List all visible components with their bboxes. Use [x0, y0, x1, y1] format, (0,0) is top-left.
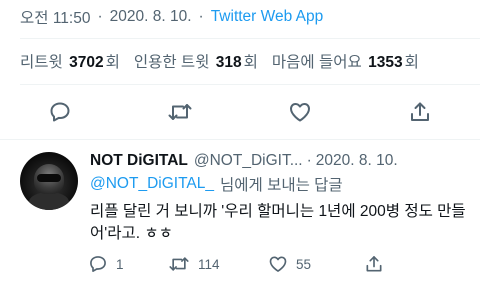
retweet-unit: 회: [105, 54, 120, 71]
tweet-stats: 리트윗 3702 회 인용한 트윗 318 회 마음에 들어요 1353 회: [20, 48, 433, 74]
tweet-action-bar: [0, 92, 480, 132]
retweet-icon: [168, 104, 192, 120]
retweet-label: 리트윗: [20, 54, 63, 71]
quote-unit: 회: [243, 54, 258, 71]
share-button[interactable]: [400, 92, 440, 132]
reply-to-suffix: 님에게 보내는 답글: [219, 177, 343, 194]
reply-to-mention[interactable]: @NOT_DiGITAL_: [90, 175, 214, 193]
reply-count: 1: [116, 256, 124, 272]
like-label: 마음에 들어요: [271, 54, 362, 71]
reply-button[interactable]: [40, 92, 80, 132]
source-app-link[interactable]: Twitter Web App: [211, 8, 324, 26]
retweet-count: 3702: [69, 54, 104, 71]
retweet-count-link[interactable]: 리트윗 3702 회: [20, 50, 120, 72]
reply-action-bar: 1 114 55: [88, 252, 408, 276]
tweet-date[interactable]: 2020. 8. 10.: [110, 8, 192, 26]
like-count: 1353: [368, 54, 403, 71]
share-icon: [411, 102, 429, 121]
replying-to: @NOT_DiGITAL_ 님에게 보내는 답글: [90, 173, 343, 195]
avatar[interactable]: [20, 152, 78, 210]
display-name[interactable]: NOT DiGITAL: [90, 152, 188, 170]
reply-retweet-button[interactable]: 114: [168, 254, 268, 274]
quote-count-link[interactable]: 인용한 트윗 318 회: [134, 50, 258, 72]
divider: [20, 38, 480, 39]
heart-icon: [269, 256, 287, 272]
reply-share-button[interactable]: [364, 254, 392, 274]
meta-separator: ·: [97, 8, 103, 25]
divider: [20, 84, 480, 85]
like-count-link[interactable]: 마음에 들어요 1353 회: [272, 50, 419, 72]
tweet-time[interactable]: 오전 11:50: [20, 6, 90, 28]
reply-text: 리플 달린 거 보니까 '우리 할머니는 1년에 200병 정도 만들어'라고.…: [90, 203, 466, 242]
reply-header: NOT DiGITAL @NOT_DiGIT... · 2020. 8. 10.: [90, 150, 398, 172]
share-icon: [366, 256, 382, 272]
retweet-button[interactable]: [160, 92, 200, 132]
comment-icon: [90, 256, 106, 272]
quote-label: 인용한 트윗: [133, 54, 210, 71]
reply-like-count: 55: [296, 256, 312, 272]
comment-icon: [50, 102, 70, 122]
reply-retweet-count: 114: [198, 256, 220, 272]
reply-reply-button[interactable]: 1: [88, 254, 168, 274]
quote-count: 318: [215, 54, 242, 71]
retweet-icon: [169, 257, 189, 271]
tweet-meta-line: 오전 11:50 · 2020. 8. 10. · Twitter Web Ap…: [20, 6, 323, 28]
heart-icon: [290, 103, 310, 122]
user-handle[interactable]: @NOT_DiGIT...: [194, 152, 303, 170]
header-separator: ·: [306, 152, 312, 169]
reply-tweet[interactable]: NOT DiGITAL @NOT_DiGIT... · 2020. 8. 10.…: [0, 140, 480, 288]
meta-separator: ·: [198, 8, 204, 25]
reply-date[interactable]: 2020. 8. 10.: [316, 152, 398, 170]
reply-like-button[interactable]: 55: [268, 254, 364, 274]
like-button[interactable]: [280, 92, 320, 132]
like-unit: 회: [404, 54, 419, 71]
